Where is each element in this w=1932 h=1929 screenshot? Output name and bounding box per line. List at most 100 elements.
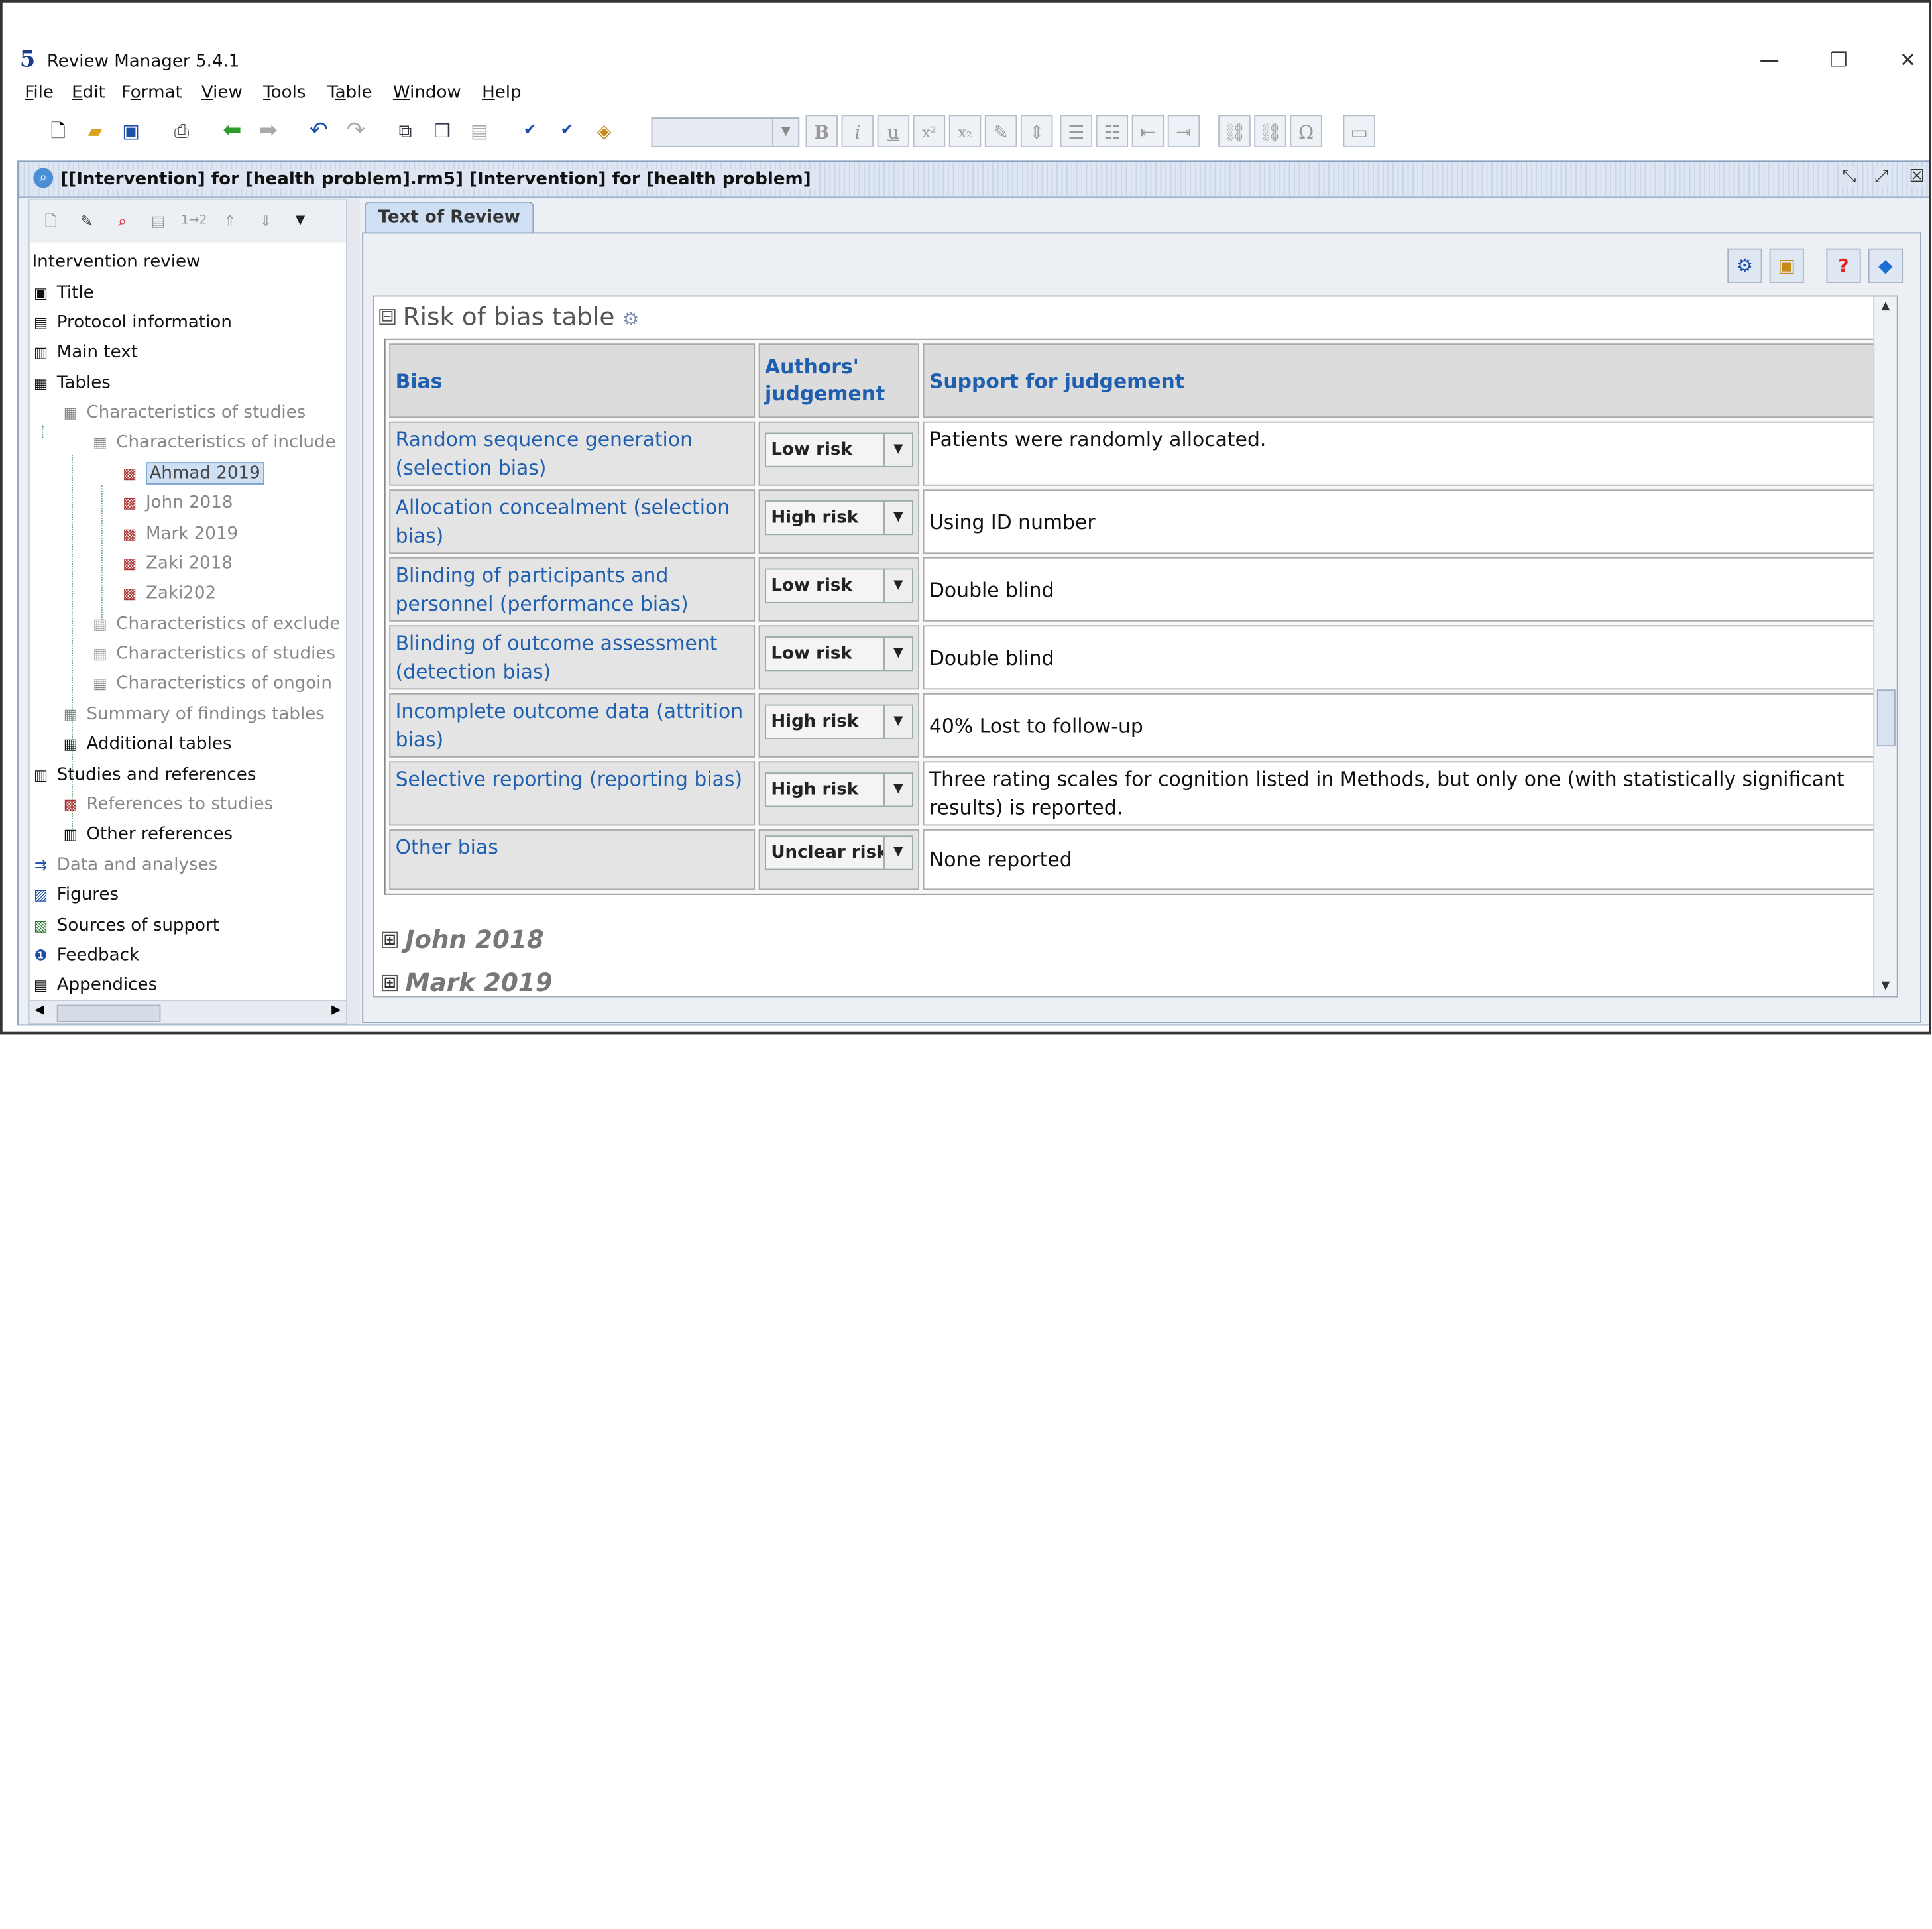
tree-item-characteristics-of-studies-awaiting[interactable]: ▦ Characteristics of studies xyxy=(89,640,335,668)
menu-view[interactable]: View xyxy=(201,83,243,103)
tree-item-characteristics-of-ongoing[interactable]: ▦ Characteristics of ongoin xyxy=(89,670,332,697)
tree-item-mark-2019[interactable]: ▩ Mark 2019 xyxy=(119,520,238,548)
minimize-button[interactable]: — xyxy=(1744,44,1794,76)
close-button[interactable]: ✕ xyxy=(1883,44,1929,76)
judgement-dropdown[interactable]: High risk ▼ xyxy=(765,772,913,807)
restore-button[interactable]: ❐ xyxy=(1814,44,1864,76)
risk-of-bias-section-title[interactable]: ⊟ Risk of bias table ⚙ xyxy=(379,302,639,331)
content-vertical-scrollbar[interactable]: ▲ ▼ xyxy=(1873,296,1897,996)
tree-item-characteristics-of-included[interactable]: ▦ Characteristics of include xyxy=(89,429,335,456)
tree-item-other-references[interactable]: ▥ Other references xyxy=(59,821,233,848)
outline-renumber-button[interactable]: 1→2 xyxy=(178,205,209,237)
scroll-right-icon[interactable]: ▶ xyxy=(331,1004,341,1018)
minimize-doc-icon[interactable]: ⤡ xyxy=(1842,166,1856,187)
tree-item-tables[interactable]: ▦ Tables xyxy=(30,369,111,396)
menu-table[interactable]: Table xyxy=(327,83,372,103)
tree-item-sources-of-support[interactable]: ▧ Sources of support xyxy=(30,912,219,939)
support-text[interactable]: None reported xyxy=(923,829,1880,890)
outline-move-up-icon[interactable]: ⇑ xyxy=(214,205,246,237)
judgement-dropdown[interactable]: High risk ▼ xyxy=(765,500,913,536)
support-text[interactable]: Three rating scales for cognition listed… xyxy=(923,761,1880,826)
superscript-button[interactable]: x² xyxy=(913,115,946,147)
save-icon[interactable]: ▣ xyxy=(115,115,146,146)
tree-item-protocol-information[interactable]: ▤ Protocol information xyxy=(30,309,232,336)
line-spacing-icon[interactable]: ⇕ xyxy=(1020,115,1053,147)
maximize-doc-icon[interactable]: ⤢ xyxy=(1874,166,1889,187)
back-arrow-icon[interactable]: ⬅ xyxy=(216,115,248,146)
tree-item-title[interactable]: ▣ Title xyxy=(30,279,94,306)
menu-edit[interactable]: Edit xyxy=(72,83,105,103)
expand-icon[interactable]: ⊞ xyxy=(382,932,398,948)
tree-item-figures[interactable]: ▨ Figures xyxy=(30,881,119,908)
tree-item-additional-tables[interactable]: ▦ Additional tables xyxy=(59,731,232,758)
spellcheck-icon[interactable]: ✔ xyxy=(514,115,546,146)
tree-item-ahmad-2019[interactable]: ▩ Ahmad 2019 xyxy=(119,460,264,487)
study-section-john-2018[interactable]: ⊞ John 2018 xyxy=(382,924,544,954)
judgement-dropdown[interactable]: Low risk ▼ xyxy=(765,568,913,603)
indent-icon[interactable]: ⇥ xyxy=(1167,115,1200,147)
help-icon[interactable]: ? xyxy=(1826,248,1861,283)
expand-icon[interactable]: ⊞ xyxy=(382,975,398,992)
support-text[interactable]: Double blind xyxy=(923,625,1880,690)
paste-icon[interactable]: ❐ xyxy=(426,115,458,146)
tree-item-feedback[interactable]: ❶ Feedback xyxy=(30,942,139,969)
table-insert-icon[interactable]: ▭ xyxy=(1343,115,1375,147)
open-folder-icon[interactable]: ▰ xyxy=(79,115,111,146)
bold-button[interactable]: B xyxy=(805,115,838,147)
collapse-icon[interactable]: ⊟ xyxy=(379,309,396,325)
highlight-icon[interactable]: ✎ xyxy=(984,115,1017,147)
tree-item-zaki-2018[interactable]: ▩ Zaki 2018 xyxy=(119,550,233,577)
tree-item-appendices[interactable]: ▤ Appendices xyxy=(30,971,157,998)
outline-move-down-icon[interactable]: ⇓ xyxy=(250,205,282,237)
tree-item-summary-of-findings[interactable]: ▦ Summary of findings tables xyxy=(59,701,325,728)
copy-icon[interactable]: ⧉ xyxy=(389,115,421,146)
menu-window[interactable]: Window xyxy=(393,83,461,103)
tree-item-characteristics-of-excluded[interactable]: ▦ Characteristics of exclude xyxy=(89,611,340,638)
pane-splitter[interactable] xyxy=(347,199,360,1025)
outdent-icon[interactable]: ⇤ xyxy=(1131,115,1165,147)
outline-new-icon[interactable]: 🗋 xyxy=(34,205,66,237)
italic-button[interactable]: i xyxy=(841,115,874,147)
support-text[interactable]: Using ID number xyxy=(923,489,1880,554)
bullet-list-icon[interactable]: ☰ xyxy=(1060,115,1093,147)
undo-icon[interactable]: ↶ xyxy=(303,115,335,146)
underline-button[interactable]: u xyxy=(877,115,910,147)
tree-item-characteristics-of-studies[interactable]: ▦ Characteristics of studies xyxy=(59,399,306,426)
unlink-icon[interactable]: ⛓ xyxy=(1254,115,1286,147)
study-section-mark-2019[interactable]: ⊞ Mark 2019 xyxy=(382,968,553,996)
scrollbar-thumb[interactable] xyxy=(1876,689,1896,747)
support-text[interactable]: Double blind xyxy=(923,557,1880,622)
menu-tools[interactable]: Tools xyxy=(263,83,306,103)
judgement-dropdown[interactable]: Low risk ▼ xyxy=(765,432,913,467)
outline-find-icon[interactable]: ⌕ xyxy=(106,205,138,237)
scroll-left-icon[interactable]: ◀ xyxy=(34,1004,44,1018)
judgement-dropdown[interactable]: High risk ▼ xyxy=(765,704,913,739)
support-text[interactable]: Patients were randomly allocated. xyxy=(923,421,1880,486)
link-study-icon[interactable]: ⚙ xyxy=(1727,248,1762,283)
tree-item-data-and-analyses[interactable]: ⇉ Data and analyses xyxy=(30,852,218,879)
special-character-icon[interactable]: Ω xyxy=(1290,115,1322,147)
link-icon[interactable]: ⛓ xyxy=(1218,115,1251,147)
menu-format[interactable]: Format xyxy=(121,83,182,103)
scrollbar-thumb[interactable] xyxy=(56,1004,161,1022)
tree-item-john-2018[interactable]: ▩ John 2018 xyxy=(119,489,233,516)
outline-edit-icon[interactable]: ✎ xyxy=(70,205,102,237)
comment-icon[interactable]: ◆ xyxy=(1868,248,1904,283)
scroll-up-icon[interactable]: ▲ xyxy=(1874,296,1897,316)
forward-arrow-icon[interactable]: ➡ xyxy=(252,115,284,146)
spellcheck-abc-icon[interactable]: ✔ xyxy=(551,115,583,146)
validate-icon[interactable]: ◈ xyxy=(588,115,620,146)
subscript-button[interactable]: x₂ xyxy=(948,115,982,147)
new-document-icon[interactable]: 🗋 xyxy=(42,115,74,146)
menu-help[interactable]: Help xyxy=(482,83,522,103)
tree-item-main-text[interactable]: ▥ Main text xyxy=(30,339,138,366)
scroll-down-icon[interactable]: ▼ xyxy=(1874,976,1897,996)
outline-horizontal-scrollbar[interactable]: ◀ ▶ xyxy=(29,1000,347,1023)
menu-file[interactable]: File xyxy=(25,83,54,103)
judgement-dropdown[interactable]: Unclear risk ▼ xyxy=(765,835,913,870)
close-doc-icon[interactable]: ☒ xyxy=(1909,166,1925,187)
tree-item-zaki202[interactable]: ▩ Zaki202 xyxy=(119,579,216,607)
tree-item-studies-and-references[interactable]: ▥ Studies and references xyxy=(30,761,256,788)
outline-more-icon[interactable]: ▼ xyxy=(284,205,316,237)
clipboard-icon[interactable]: ▤ xyxy=(463,115,495,146)
